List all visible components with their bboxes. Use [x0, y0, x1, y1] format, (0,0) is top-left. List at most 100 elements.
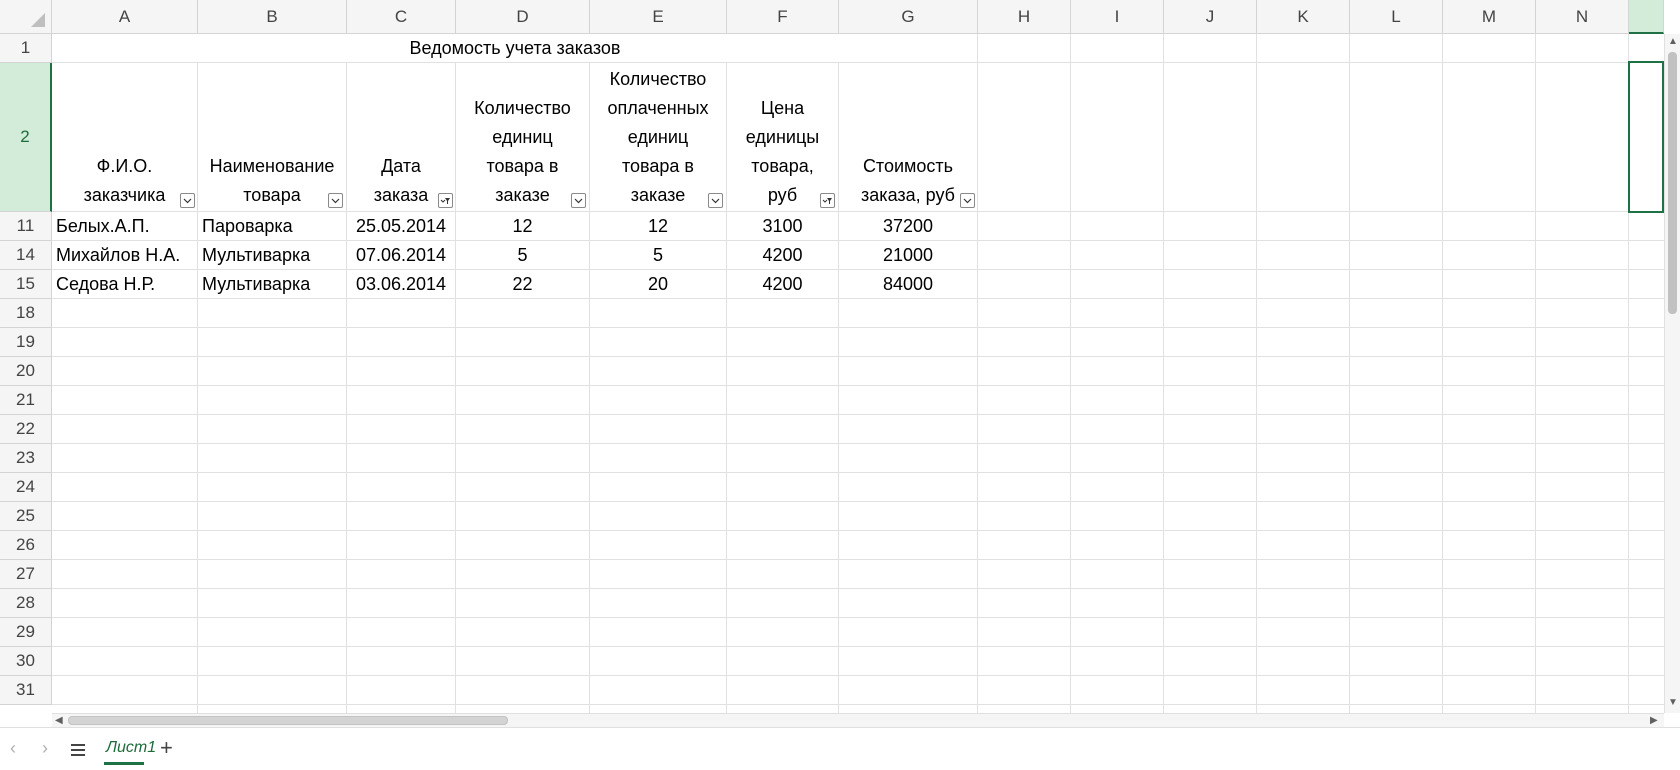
header-line: товара	[243, 185, 301, 205]
filter-dropdown-icon[interactable]	[960, 193, 975, 208]
header-cell-a[interactable]: Ф.И.О. заказчика	[52, 63, 197, 212]
cell-c14[interactable]: 07.06.2014	[347, 241, 455, 270]
cell-e11[interactable]: 12	[590, 212, 726, 241]
row-header-22[interactable]: 22	[0, 415, 52, 444]
row-header-31[interactable]: 31	[0, 676, 52, 705]
row-header-23[interactable]: 23	[0, 444, 52, 473]
row-header-20[interactable]: 20	[0, 357, 52, 386]
previous-sheet-icon[interactable]: ‹	[10, 738, 16, 759]
active-cell-selection[interactable]	[1628, 61, 1664, 213]
column-header-d[interactable]: D	[456, 0, 590, 34]
header-cell-c[interactable]: Дата заказа	[347, 63, 455, 212]
grid-line	[1256, 34, 1257, 713]
add-sheet-icon[interactable]: +	[160, 734, 173, 762]
row-header-25[interactable]: 25	[0, 502, 52, 531]
column-header-l[interactable]: L	[1350, 0, 1443, 34]
cell-a11[interactable]: Белых.А.П.	[52, 212, 197, 241]
column-header-n[interactable]: N	[1536, 0, 1629, 34]
row-header-18[interactable]: 18	[0, 299, 52, 328]
cell-e14[interactable]: 5	[590, 241, 726, 270]
filter-dropdown-icon[interactable]	[328, 193, 343, 208]
sheet-tab-bar: ‹ › Лист1 +	[0, 727, 1680, 770]
cell-b11[interactable]: Пароварка	[198, 212, 346, 241]
header-line: заказе	[495, 185, 550, 205]
grid-line	[1163, 34, 1164, 713]
header-cell-b[interactable]: Наименование товара	[198, 63, 346, 212]
filter-dropdown-icon[interactable]	[708, 193, 723, 208]
cell-e15[interactable]: 20	[590, 270, 726, 299]
cell-a15[interactable]: Седова Н.Р.	[52, 270, 197, 299]
header-line: заказе	[630, 185, 686, 205]
cell-a14[interactable]: Михайлов Н.А.	[52, 241, 197, 270]
filter-applied-icon[interactable]	[820, 193, 835, 208]
cell-b14[interactable]: Мультиварка	[198, 241, 346, 270]
grid-line	[52, 675, 1664, 676]
cell-b15[interactable]: Мультиварка	[198, 270, 346, 299]
cell-c11[interactable]: 25.05.2014	[347, 212, 455, 241]
header-cell-g[interactable]: Стоимость заказа, руб	[839, 63, 977, 212]
cell-g15[interactable]: 84000	[839, 270, 977, 299]
column-header-e[interactable]: E	[590, 0, 727, 34]
row-header-21[interactable]: 21	[0, 386, 52, 415]
column-header-f[interactable]: F	[727, 0, 839, 34]
vertical-scroll-thumb[interactable]	[1668, 52, 1677, 314]
column-header-g[interactable]: G	[839, 0, 978, 34]
row-header-14[interactable]: 14	[0, 241, 52, 270]
header-cell-f[interactable]: Цена единицы товара, руб	[727, 63, 838, 212]
header-cell-d[interactable]: Количество единиц товара в заказе	[456, 63, 589, 212]
cell-f11[interactable]: 3100	[727, 212, 838, 241]
header-line: Ф.И.О.	[96, 156, 153, 176]
column-header-h[interactable]: H	[978, 0, 1071, 34]
scroll-right-icon[interactable]: ▶	[1650, 716, 1658, 726]
column-header-m[interactable]: M	[1443, 0, 1536, 34]
header-line: единиц	[492, 127, 553, 147]
header-cell-e[interactable]: Количество оплаченных единиц товара в за…	[590, 63, 726, 212]
column-header-j[interactable]: J	[1164, 0, 1257, 34]
row-header-28[interactable]: 28	[0, 589, 52, 618]
sheets-menu-icon[interactable]	[71, 744, 85, 756]
row-header-24[interactable]: 24	[0, 473, 52, 502]
grid-line	[1442, 34, 1443, 713]
header-line: Количество	[609, 69, 707, 89]
cell-f15[interactable]: 4200	[727, 270, 838, 299]
scroll-left-icon[interactable]: ◀	[55, 716, 63, 726]
cell-f14[interactable]: 4200	[727, 241, 838, 270]
scroll-down-icon[interactable]: ▼	[1668, 698, 1678, 708]
filter-dropdown-icon[interactable]	[180, 193, 195, 208]
vertical-scrollbar[interactable]: ▲ ▼	[1664, 34, 1680, 713]
cell-d15[interactable]: 22	[456, 270, 589, 299]
row-header-26[interactable]: 26	[0, 531, 52, 560]
row-header-11[interactable]: 11	[0, 212, 52, 241]
grid-line	[52, 414, 1664, 415]
row-header-1[interactable]: 1	[0, 34, 52, 63]
cell-d11[interactable]: 12	[456, 212, 589, 241]
horizontal-scroll-thumb[interactable]	[68, 716, 508, 725]
horizontal-scrollbar[interactable]: ◀ ▶	[52, 713, 1664, 727]
grid-line	[52, 559, 1664, 560]
grid-line	[52, 356, 1664, 357]
filter-applied-icon[interactable]	[438, 193, 453, 208]
scroll-up-icon[interactable]: ▲	[1668, 37, 1678, 47]
row-header-19[interactable]: 19	[0, 328, 52, 357]
column-header-b[interactable]: B	[198, 0, 347, 34]
row-header-29[interactable]: 29	[0, 618, 52, 647]
filter-dropdown-icon[interactable]	[571, 193, 586, 208]
header-line: товара в	[621, 156, 694, 176]
cell-c15[interactable]: 03.06.2014	[347, 270, 455, 299]
row-header-15[interactable]: 15	[0, 270, 52, 299]
next-sheet-icon[interactable]: ›	[42, 738, 48, 759]
cell-d14[interactable]: 5	[456, 241, 589, 270]
row-header-27[interactable]: 27	[0, 560, 52, 589]
column-header-c[interactable]: C	[347, 0, 456, 34]
select-all-corner[interactable]	[0, 0, 52, 34]
column-header-a[interactable]: A	[52, 0, 198, 34]
column-header-k[interactable]: K	[1257, 0, 1350, 34]
cell-g14[interactable]: 21000	[839, 241, 977, 270]
column-header-i[interactable]: I	[1071, 0, 1164, 34]
row-header-30[interactable]: 30	[0, 647, 52, 676]
header-line: Цена	[760, 98, 805, 118]
column-header-o[interactable]	[1629, 0, 1664, 34]
row-header-2[interactable]: 2	[0, 63, 52, 212]
cell-g11[interactable]: 37200	[839, 212, 977, 241]
grid-line	[52, 443, 1664, 444]
